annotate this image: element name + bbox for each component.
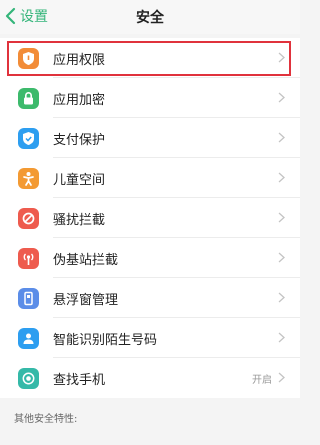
list-item-payment-protection[interactable]: 支付保护 (0, 118, 300, 158)
list-item-label: 骚扰拦截 (53, 213, 106, 228)
list-item-app-permissions[interactable]: 应用权限 (0, 38, 300, 78)
list-item-label: 儿童空间 (53, 173, 106, 188)
floating-window-icon (18, 288, 39, 309)
list-item-label: 查找手机 (53, 373, 106, 388)
list-item-label: 伪基站拦截 (53, 253, 119, 268)
list-item-label: 应用加密 (53, 93, 106, 108)
chevron-right-icon (278, 52, 285, 63)
list-item-app-encryption[interactable]: 应用加密 (0, 78, 300, 118)
list-item-harassment-block[interactable]: 骚扰拦截 (0, 198, 300, 238)
list-item-fake-base-station-block[interactable]: 伪基站拦截 (0, 238, 300, 278)
chevron-right-icon (278, 332, 285, 343)
section-label: 其他安全特性: (14, 414, 78, 425)
list-item-find-phone[interactable]: 查找手机 开启 (0, 358, 300, 398)
list-item-label: 应用权限 (53, 53, 106, 68)
block-icon (18, 208, 39, 229)
shield-icon (18, 48, 39, 69)
child-icon (18, 168, 39, 189)
chevron-right-icon (278, 212, 285, 223)
chevron-right-icon (278, 252, 285, 263)
settings-list: 应用权限 应用加密 支付保护 儿童空间 骚扰拦截 伪基站拦截 悬浮窗管理 智能识… (0, 38, 300, 398)
antenna-icon (18, 248, 39, 269)
list-item-kids-space[interactable]: 儿童空间 (0, 158, 300, 198)
contact-icon (18, 328, 39, 349)
chevron-right-icon (278, 292, 285, 303)
list-item-smart-unknown-number-id[interactable]: 智能识别陌生号码 (0, 318, 300, 358)
status-value: 开启 (252, 375, 272, 386)
shield-check-icon (18, 128, 39, 149)
chevron-right-icon (278, 92, 285, 103)
chevron-right-icon (278, 172, 285, 183)
list-item-label: 支付保护 (53, 133, 106, 148)
list-item-label: 智能识别陌生号码 (53, 333, 158, 348)
list-item-floating-window-management[interactable]: 悬浮窗管理 (0, 278, 300, 318)
list-item-label: 悬浮窗管理 (53, 293, 119, 308)
chevron-right-icon (278, 132, 285, 143)
lock-icon (18, 88, 39, 109)
chevron-right-icon (278, 372, 285, 383)
nav-bar: 设置 安全 (0, 0, 300, 34)
page-title: 安全 (136, 10, 164, 26)
locate-icon (18, 368, 39, 389)
